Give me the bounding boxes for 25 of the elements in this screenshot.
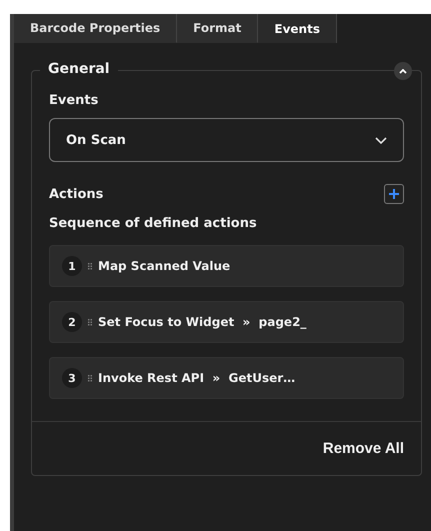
drag-handle-icon[interactable]	[88, 262, 92, 270]
plus-icon	[388, 188, 400, 200]
action-text: Set Focus to Widget » page2_	[98, 315, 306, 329]
collapse-button[interactable]	[394, 62, 412, 80]
step-number: 1	[62, 256, 82, 276]
chevron-down-icon	[375, 136, 387, 144]
drag-handle-icon[interactable]	[88, 374, 92, 382]
tab[interactable]: Barcode Properties	[14, 14, 178, 43]
drag-handle-icon[interactable]	[88, 318, 92, 326]
tab[interactable]: Format	[177, 14, 258, 43]
action-item[interactable]: 1 Map Scanned Value	[49, 245, 404, 287]
action-text: Invoke Rest API » GetUser…	[98, 371, 296, 385]
remove-all-button[interactable]: Remove All	[322, 440, 404, 457]
events-label: Events	[49, 93, 100, 108]
step-number: 2	[62, 312, 82, 332]
tab[interactable]: Events	[258, 14, 337, 43]
action-item[interactable]: 3 Invoke Rest API » GetUser…	[49, 357, 404, 399]
step-number: 3	[62, 368, 82, 388]
add-button[interactable]	[384, 184, 404, 204]
sequence-label: Sequence of defined actions	[49, 216, 258, 231]
action-text: Map Scanned Value	[98, 259, 230, 273]
events-dropdown[interactable]: On Scan	[49, 118, 404, 162]
action-item[interactable]: 2 Set Focus to Widget » page2_	[49, 301, 404, 343]
actions-label: Actions	[49, 186, 104, 202]
chevron-up-icon	[399, 68, 407, 74]
